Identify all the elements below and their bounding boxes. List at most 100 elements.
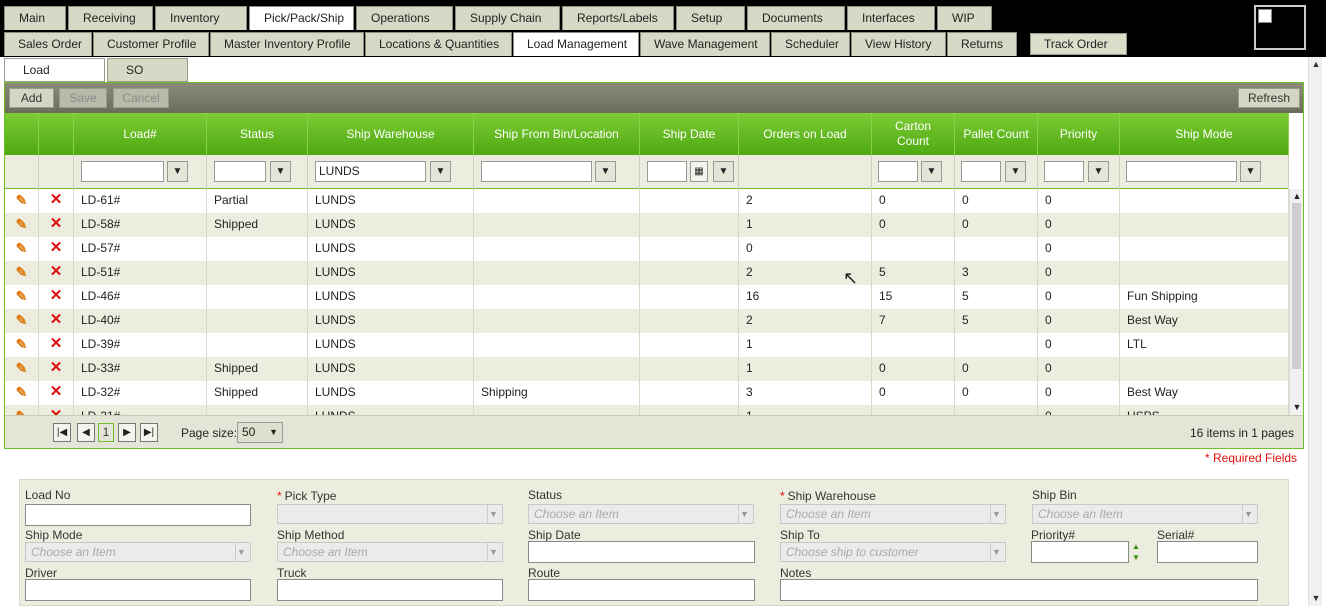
table-row[interactable]: ✎ ✕ LD-46# LUNDS 16 15 5 0 Fun Shipping bbox=[5, 285, 1289, 309]
pencil-icon[interactable]: ✎ bbox=[16, 336, 28, 352]
tab-master-inventory-profile[interactable]: Master Inventory Profile bbox=[210, 32, 364, 56]
filter-icon[interactable]: ▼ bbox=[270, 161, 291, 182]
scroll-down-icon[interactable]: ▼ bbox=[1292, 402, 1302, 412]
tab-main[interactable]: Main bbox=[4, 6, 66, 30]
truck-field[interactable] bbox=[277, 579, 503, 601]
driver-field[interactable] bbox=[25, 579, 251, 601]
ship-method-select[interactable]: Choose an Item ▼ bbox=[277, 542, 503, 562]
tab-locations-quantities[interactable]: Locations & Quantities bbox=[365, 32, 512, 56]
tab-wave-management[interactable]: Wave Management bbox=[640, 32, 770, 56]
tab-pick-pack-ship[interactable]: Pick/Pack/Ship bbox=[249, 6, 354, 30]
pallet-count-filter-input[interactable] bbox=[961, 161, 1001, 182]
tab-supply-chain[interactable]: Supply Chain bbox=[455, 6, 560, 30]
filter-icon[interactable]: ▼ bbox=[1005, 161, 1026, 182]
table-row[interactable]: ✎ ✕ LD-58# Shipped LUNDS 1 0 0 0 bbox=[5, 213, 1289, 237]
scroll-thumb[interactable] bbox=[1292, 203, 1301, 369]
col-ship-date[interactable]: Ship Date bbox=[640, 113, 739, 155]
table-row[interactable]: ✎ ✕ LD-40# LUNDS 2 7 5 0 Best Way bbox=[5, 309, 1289, 333]
ship-warehouse-select[interactable]: Choose an Item ▼ bbox=[780, 504, 1006, 524]
col-priority[interactable]: Priority bbox=[1038, 113, 1120, 155]
delete-x-icon[interactable]: ✕ bbox=[50, 311, 63, 328]
route-field[interactable] bbox=[528, 579, 755, 601]
refresh-button[interactable]: Refresh bbox=[1238, 88, 1300, 108]
ship-mode-select[interactable]: Choose an Item ▼ bbox=[25, 542, 251, 562]
col-carton-count[interactable]: Carton Count bbox=[872, 113, 955, 155]
ship-from-bin-filter-input[interactable] bbox=[481, 161, 592, 182]
tab-scheduler[interactable]: Scheduler bbox=[771, 32, 850, 56]
tab-interfaces[interactable]: Interfaces bbox=[847, 6, 935, 30]
tab-sales-order[interactable]: Sales Order bbox=[4, 32, 92, 56]
scroll-up-icon[interactable]: ▲ bbox=[1311, 59, 1321, 69]
ship-bin-select[interactable]: Choose an Item ▼ bbox=[1032, 504, 1258, 524]
page-size-select[interactable]: 50 ▼ bbox=[237, 422, 283, 443]
first-page-icon[interactable]: |◀ bbox=[53, 423, 71, 442]
delete-x-icon[interactable]: ✕ bbox=[50, 407, 63, 415]
ship-date-filter-input[interactable] bbox=[647, 161, 687, 182]
pencil-icon[interactable]: ✎ bbox=[16, 312, 28, 328]
tab-wip[interactable]: WIP bbox=[937, 6, 992, 30]
filter-icon[interactable]: ▼ bbox=[595, 161, 616, 182]
scroll-down-icon[interactable]: ▼ bbox=[1311, 593, 1321, 603]
delete-x-icon[interactable]: ✕ bbox=[50, 383, 63, 400]
notes-field[interactable] bbox=[780, 579, 1258, 601]
table-row[interactable]: ✎ ✕ LD-39# LUNDS 1 0 LTL bbox=[5, 333, 1289, 357]
col-status[interactable]: Status bbox=[207, 113, 308, 155]
table-row[interactable]: ✎ ✕ LD-33# Shipped LUNDS 1 0 0 0 bbox=[5, 357, 1289, 381]
ship-to-select[interactable]: Choose ship to customer ▼ bbox=[780, 542, 1006, 562]
tab-setup[interactable]: Setup bbox=[676, 6, 745, 30]
page-number[interactable]: 1 bbox=[98, 423, 114, 442]
col-ship-warehouse[interactable]: Ship Warehouse bbox=[308, 113, 474, 155]
table-row[interactable]: ✎ ✕ LD-31# LUNDS 1 0USPS bbox=[5, 405, 1289, 415]
priority-filter-input[interactable] bbox=[1044, 161, 1084, 182]
tab-reports-labels[interactable]: Reports/Labels bbox=[562, 6, 674, 30]
delete-x-icon[interactable]: ✕ bbox=[50, 287, 63, 304]
col-load-number[interactable]: Load# bbox=[74, 113, 207, 155]
filter-icon[interactable]: ▼ bbox=[1240, 161, 1261, 182]
delete-x-icon[interactable]: ✕ bbox=[50, 191, 63, 208]
table-row[interactable]: ✎ ✕ LD-32# Shipped LUNDS Shipping 3 0 0 0 Best Way bbox=[5, 381, 1289, 405]
tab-load-master[interactable]: Load Master bbox=[4, 58, 105, 100]
tab-returns[interactable]: Returns bbox=[947, 32, 1017, 56]
cancel-button[interactable]: Cancel bbox=[113, 88, 169, 108]
pencil-icon[interactable]: ✎ bbox=[16, 264, 28, 280]
pencil-icon[interactable]: ✎ bbox=[16, 360, 28, 376]
ship-mode-filter-input[interactable] bbox=[1126, 161, 1237, 182]
prev-page-icon[interactable]: ◀ bbox=[77, 423, 95, 442]
pencil-icon[interactable]: ✎ bbox=[16, 384, 28, 400]
col-orders-on-load[interactable]: Orders on Load bbox=[739, 113, 872, 155]
table-row[interactable]: ✎ ✕ LD-51# LUNDS 2 5 3 0 bbox=[5, 261, 1289, 285]
filter-icon[interactable]: ▼ bbox=[713, 161, 734, 182]
delete-x-icon[interactable]: ✕ bbox=[50, 359, 63, 376]
col-ship-from-bin[interactable]: Ship From Bin/Location bbox=[474, 113, 640, 155]
save-button[interactable]: Save bbox=[59, 88, 107, 108]
delete-x-icon[interactable]: ✕ bbox=[50, 215, 63, 232]
increment-icon[interactable]: ▲ bbox=[1132, 542, 1140, 551]
page-scrollbar[interactable]: ▲ ▼ bbox=[1308, 57, 1322, 606]
pencil-icon[interactable]: ✎ bbox=[16, 240, 28, 256]
last-page-icon[interactable]: ▶| bbox=[140, 423, 158, 442]
ship-date-field[interactable] bbox=[528, 541, 755, 563]
calendar-icon[interactable]: ▦ bbox=[690, 161, 708, 182]
status-select[interactable]: Choose an Item ▼ bbox=[528, 504, 754, 524]
table-row[interactable]: ✎ ✕ LD-57# LUNDS 0 0 bbox=[5, 237, 1289, 261]
grid-scrollbar[interactable]: ▲ ▼ bbox=[1289, 189, 1303, 415]
load-number-filter-input[interactable] bbox=[81, 161, 164, 182]
tab-load-management[interactable]: Load Management bbox=[513, 32, 639, 56]
delete-x-icon[interactable]: ✕ bbox=[50, 263, 63, 280]
pick-type-select[interactable]: ▼ bbox=[277, 504, 503, 524]
col-pallet-count[interactable]: Pallet Count bbox=[955, 113, 1038, 155]
ship-warehouse-filter-input[interactable]: LUNDS bbox=[315, 161, 426, 182]
tab-operations[interactable]: Operations bbox=[356, 6, 453, 30]
delete-x-icon[interactable]: ✕ bbox=[50, 335, 63, 352]
next-page-icon[interactable]: ▶ bbox=[118, 423, 136, 442]
filter-icon[interactable]: ▼ bbox=[430, 161, 451, 182]
table-row[interactable]: ✎ ✕ LD-61# Partial LUNDS 2 0 0 0 bbox=[5, 189, 1289, 213]
priority-field[interactable] bbox=[1031, 541, 1129, 563]
tab-documents[interactable]: Documents bbox=[747, 6, 845, 30]
tab-customer-profile[interactable]: Customer Profile bbox=[93, 32, 209, 56]
decrement-icon[interactable]: ▼ bbox=[1132, 553, 1140, 562]
pencil-icon[interactable]: ✎ bbox=[16, 216, 28, 232]
scroll-up-icon[interactable]: ▲ bbox=[1292, 191, 1302, 201]
delete-x-icon[interactable]: ✕ bbox=[50, 239, 63, 256]
load-no-field[interactable] bbox=[25, 504, 251, 526]
